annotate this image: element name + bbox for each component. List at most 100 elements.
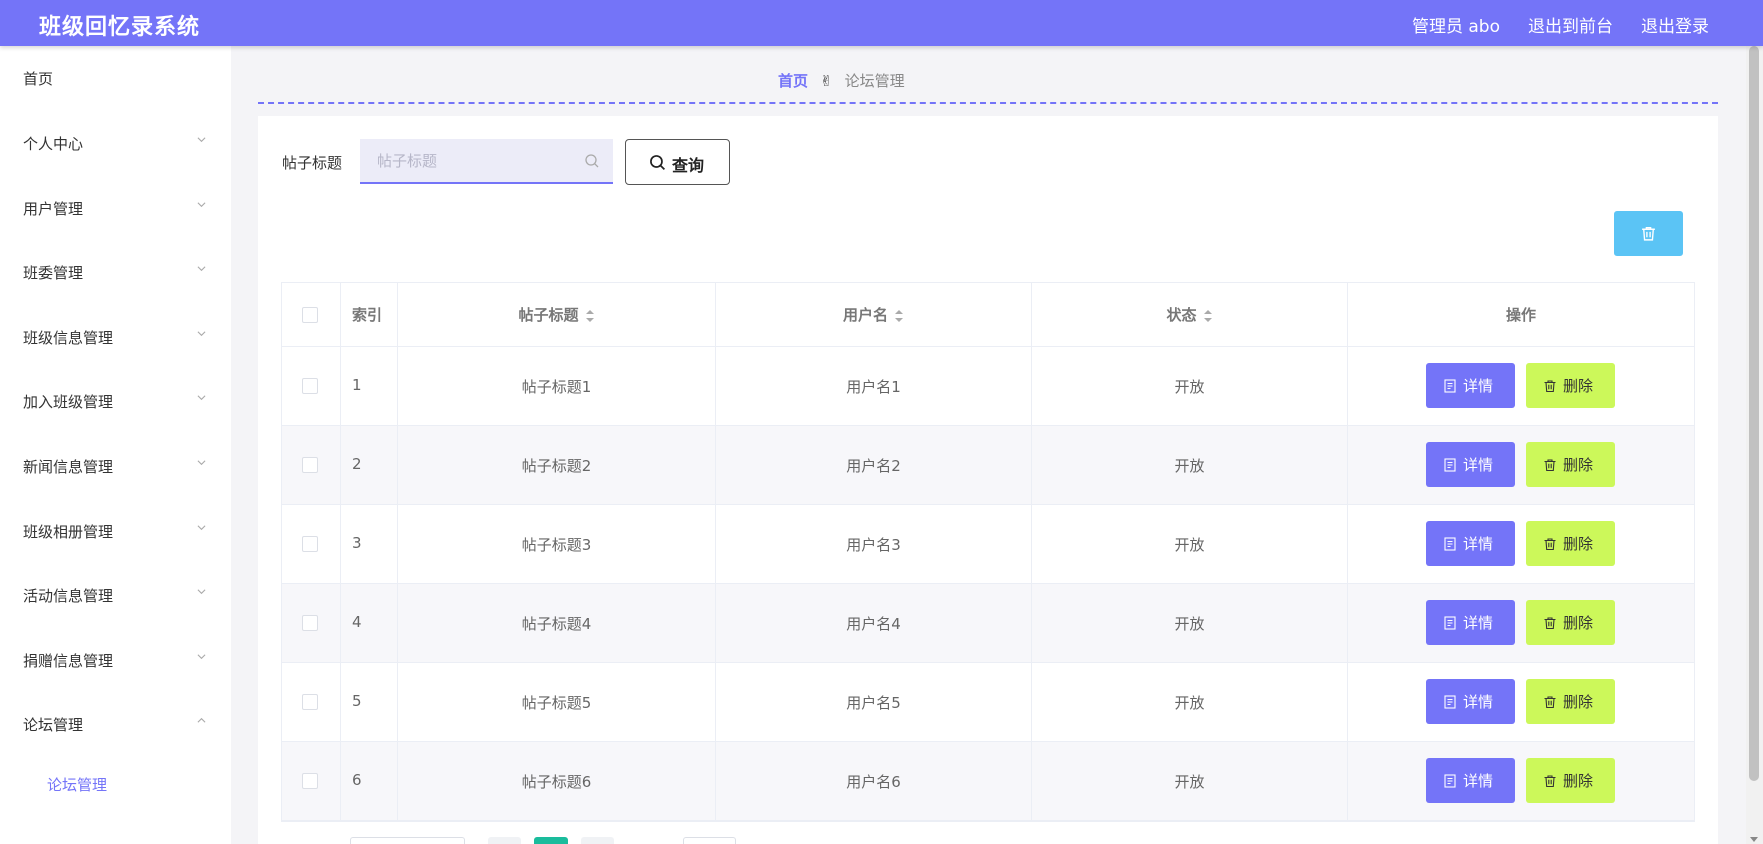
scrollbar-thumb[interactable] <box>1749 46 1759 781</box>
trash-icon <box>1642 226 1655 241</box>
header-title-sortable[interactable]: 帖子标题 <box>398 283 716 346</box>
row-user: 用户名4 <box>846 615 901 633</box>
chevron-down-icon <box>197 393 206 402</box>
row-checkbox[interactable] <box>302 536 318 552</box>
admin-user-link[interactable]: 管理员 abo <box>1412 12 1500 37</box>
trash-icon <box>1543 379 1557 393</box>
detail-button-label: 详情 <box>1463 614 1494 632</box>
delete-button-label: 删除 <box>1563 772 1594 790</box>
sidebar-item-forum[interactable]: 论坛管理 <box>0 704 231 744</box>
sidebar-item-personal-center[interactable]: 个人中心 <box>0 123 231 163</box>
search-field <box>360 139 613 184</box>
table-row: 4 帖子标题4 用户名4 开放 详情 删除 <box>282 584 1694 663</box>
row-status: 开放 <box>1174 615 1205 633</box>
row-index: 5 <box>352 692 362 710</box>
header-title: 帖子标题 <box>518 306 579 324</box>
sidebar-item-news[interactable]: 新闻信息管理 <box>0 446 231 486</box>
next-page-button[interactable] <box>581 837 614 844</box>
delete-button[interactable]: 删除 <box>1526 758 1615 803</box>
row-status: 开放 <box>1174 378 1205 396</box>
delete-button[interactable]: 删除 <box>1526 679 1615 724</box>
sidebar-item-home[interactable]: 首页 <box>0 58 231 98</box>
row-checkbox[interactable] <box>302 773 318 789</box>
delete-button[interactable]: 删除 <box>1526 521 1615 566</box>
sidebar-item-user-management[interactable]: 用户管理 <box>0 188 231 228</box>
header-status-sortable[interactable]: 状态 <box>1032 283 1348 346</box>
document-icon <box>1443 457 1457 472</box>
row-title: 帖子标题4 <box>521 615 592 633</box>
header-actions: 操作 <box>1505 306 1536 324</box>
sidebar-item-activity[interactable]: 活动信息管理 <box>0 575 231 615</box>
breadcrumb-home-link[interactable]: 首页 <box>778 70 808 91</box>
row-user: 用户名3 <box>846 536 901 554</box>
prev-page-button[interactable] <box>488 837 521 844</box>
table-row: 2 帖子标题2 用户名2 开放 详情 删除 <box>282 426 1694 505</box>
sidebar: 首页 个人中心 用户管理 班委管理 班级信息管理 加入班级管理 新闻信息管理 班… <box>0 46 231 844</box>
sidebar-item-label: 个人中心 <box>23 135 84 153</box>
select-all-checkbox[interactable] <box>302 307 318 323</box>
detail-button-label: 详情 <box>1463 693 1494 711</box>
trash-icon <box>1543 458 1557 472</box>
sidebar-item-album[interactable]: 班级相册管理 <box>0 511 231 551</box>
sidebar-item-label: 班级相册管理 <box>23 523 114 541</box>
delete-button-label: 删除 <box>1563 535 1594 553</box>
detail-button[interactable]: 详情 <box>1426 521 1515 566</box>
header-user-sortable[interactable]: 用户名 <box>716 283 1032 346</box>
page-scrollbar[interactable] <box>1746 46 1763 844</box>
row-checkbox[interactable] <box>302 694 318 710</box>
detail-button[interactable]: 详情 <box>1426 758 1515 803</box>
header-index: 索引 <box>352 306 383 324</box>
breadcrumb: 首页 ✌ 论坛管理 <box>258 68 1718 104</box>
search-label: 帖子标题 <box>282 154 343 172</box>
row-title: 帖子标题3 <box>521 536 592 554</box>
sidebar-item-class-info[interactable]: 班级信息管理 <box>0 317 231 357</box>
detail-button[interactable]: 详情 <box>1426 442 1515 487</box>
delete-button[interactable]: 删除 <box>1526 442 1615 487</box>
row-checkbox[interactable] <box>302 378 318 394</box>
detail-button[interactable]: 详情 <box>1426 363 1515 408</box>
trash-icon <box>1543 695 1557 709</box>
delete-button[interactable]: 删除 <box>1526 363 1615 408</box>
sidebar-item-committee-management[interactable]: 班委管理 <box>0 252 231 292</box>
sidebar-item-join-class[interactable]: 加入班级管理 <box>0 381 231 421</box>
search-input[interactable] <box>360 139 580 182</box>
breadcrumb-current: 论坛管理 <box>844 72 905 90</box>
sidebar-item-label: 新闻信息管理 <box>23 458 114 476</box>
exit-to-frontend-link[interactable]: 退出到前台 <box>1528 12 1613 37</box>
sidebar-item-label: 捐赠信息管理 <box>23 652 114 670</box>
batch-delete-button[interactable] <box>1614 211 1683 256</box>
jump-page-input[interactable] <box>683 837 736 844</box>
row-status: 开放 <box>1174 536 1205 554</box>
delete-button[interactable]: 删除 <box>1526 600 1615 645</box>
page-size-select[interactable] <box>350 837 465 844</box>
current-page-button[interactable] <box>534 837 568 844</box>
query-button[interactable]: 查询 <box>625 139 730 185</box>
detail-button-label: 详情 <box>1463 535 1494 553</box>
sidebar-item-donation[interactable]: 捐赠信息管理 <box>0 640 231 680</box>
delete-button-label: 删除 <box>1563 456 1594 474</box>
logout-link[interactable]: 退出登录 <box>1641 12 1709 37</box>
document-icon <box>1443 378 1457 393</box>
trash-icon <box>1543 537 1557 551</box>
sidebar-subitem-forum-management[interactable]: 论坛管理 <box>0 764 231 804</box>
chevron-down-icon <box>197 523 206 532</box>
scroll-down-arrow-icon[interactable] <box>1750 837 1758 842</box>
row-title: 帖子标题2 <box>521 457 592 475</box>
top-links: 管理员 abo 退出到前台 退出登录 <box>1412 12 1709 37</box>
document-icon <box>1443 694 1457 709</box>
forum-table: 索引 帖子标题 用户名 状态 操作 1 帖子标题1 用户名1 开放 详情 删除 … <box>281 282 1695 822</box>
detail-button-label: 详情 <box>1463 377 1494 395</box>
row-checkbox[interactable] <box>302 615 318 631</box>
detail-button[interactable]: 详情 <box>1426 600 1515 645</box>
delete-button-label: 删除 <box>1563 614 1594 632</box>
top-bar: 班级回忆录系统 管理员 abo 退出到前台 退出登录 <box>0 0 1763 46</box>
delete-button-label: 删除 <box>1563 377 1594 395</box>
row-title: 帖子标题6 <box>521 773 592 791</box>
search-icon <box>649 154 666 175</box>
detail-button-label: 详情 <box>1463 772 1494 790</box>
row-checkbox[interactable] <box>302 457 318 473</box>
detail-button[interactable]: 详情 <box>1426 679 1515 724</box>
trash-icon <box>1543 774 1557 788</box>
sidebar-subitem-label: 论坛管理 <box>47 776 108 794</box>
sort-icon <box>585 309 595 323</box>
